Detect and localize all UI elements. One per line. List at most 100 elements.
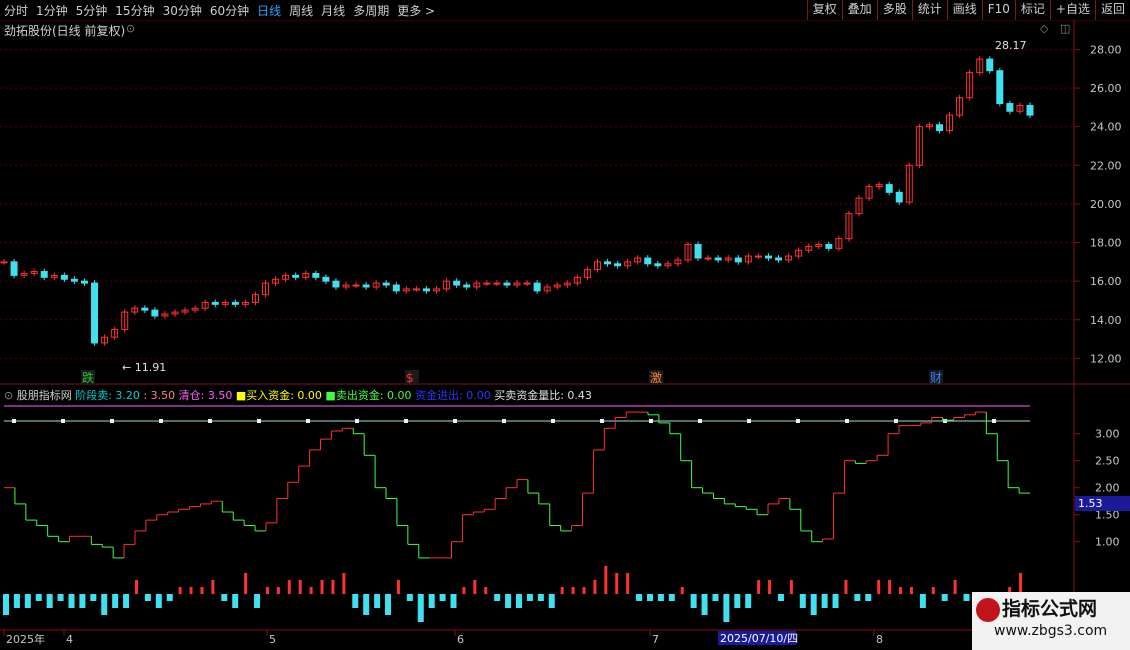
inflow-bar bbox=[484, 587, 488, 594]
stage-sell-marker bbox=[649, 419, 653, 423]
outflow-bar bbox=[712, 594, 719, 601]
outflow-bar bbox=[734, 594, 741, 608]
candle-body bbox=[0, 261, 8, 264]
candle-body bbox=[614, 263, 622, 267]
title-dropdown-icon[interactable]: ⊙ bbox=[126, 22, 135, 35]
inflow-bar bbox=[931, 587, 935, 594]
legend-item-2: 清仓: 3.50 bbox=[178, 389, 236, 402]
stage-sell-marker bbox=[61, 419, 65, 423]
outflow-bar bbox=[516, 594, 522, 608]
candle-body bbox=[996, 70, 1004, 105]
candle-body bbox=[231, 301, 239, 305]
outflow-bar bbox=[57, 594, 64, 601]
candle-body bbox=[986, 58, 994, 72]
candle-body bbox=[362, 284, 370, 288]
stage-sell-marker bbox=[894, 419, 898, 423]
outflow-bar bbox=[919, 594, 926, 608]
inflow-bar bbox=[604, 566, 608, 594]
current-value-label: 1.53 bbox=[1078, 497, 1103, 510]
inflow-bar bbox=[768, 580, 772, 594]
indicator-tick-label: 2.00 bbox=[1095, 482, 1120, 495]
stage-sell-marker bbox=[159, 419, 163, 423]
outflow-bar bbox=[374, 594, 381, 608]
outflow-bar bbox=[810, 594, 817, 615]
outflow-bar bbox=[68, 594, 75, 608]
outflow-bar bbox=[3, 594, 9, 615]
outflow-bar bbox=[13, 594, 20, 608]
inflow-bar bbox=[178, 587, 182, 594]
inflow-bar bbox=[287, 580, 291, 594]
outflow-bar bbox=[232, 594, 239, 608]
outflow-bar bbox=[35, 594, 42, 601]
inflow-bar bbox=[909, 587, 913, 594]
x-axis-label: 8 bbox=[876, 633, 883, 646]
candle-body bbox=[422, 288, 430, 292]
candle-body bbox=[493, 282, 501, 285]
inflow-bar bbox=[211, 580, 215, 594]
watermark: 指标公式网 www.zbgs3.com bbox=[972, 592, 1130, 650]
inflow-bar bbox=[888, 580, 892, 594]
panel-toggle-icon[interactable]: ◫ bbox=[1060, 22, 1070, 35]
candle-body bbox=[1026, 104, 1034, 116]
candle-body bbox=[704, 257, 712, 260]
inflow-bar bbox=[309, 587, 313, 594]
price-tick-label: 26.00 bbox=[1090, 82, 1122, 95]
event-mark-0: 跌 bbox=[82, 370, 94, 385]
legend-item-0: 阶段卖: 3.20 bbox=[75, 389, 144, 402]
legend-item-5: 资金进出: 0.00 bbox=[415, 389, 495, 402]
legend-item-4: ■卖出资金: 0.00 bbox=[325, 389, 416, 402]
outflow-bar bbox=[526, 594, 533, 601]
indicator-legend: ⊙ 股朋指标网 阶段卖: 3.20 : 3.50 清仓: 3.50 ■买入资金:… bbox=[4, 387, 592, 403]
chart-canvas[interactable]: 28.00 26.00 24.00 22.00 20.00 18.00 16.00 14.00… bbox=[0, 0, 1130, 650]
inflow-bar bbox=[200, 587, 204, 594]
inflow-bar bbox=[560, 587, 564, 594]
stage-sell-marker bbox=[698, 419, 702, 423]
outflow-bar bbox=[854, 594, 861, 601]
candle-body bbox=[292, 274, 300, 278]
inflow-bar bbox=[331, 580, 335, 594]
candle-body bbox=[764, 255, 772, 259]
inflow-bar bbox=[244, 573, 248, 594]
inflow-bar bbox=[626, 573, 630, 594]
legend-item-1: : 3.50 bbox=[143, 389, 179, 402]
stage-sell-marker bbox=[600, 419, 604, 423]
stage-sell-marker bbox=[355, 419, 359, 423]
x-axis-label: 7 bbox=[652, 633, 659, 646]
candle-body bbox=[775, 257, 783, 261]
event-mark-2: 激 bbox=[650, 371, 662, 385]
outflow-bar bbox=[144, 594, 151, 601]
diamond-icon[interactable]: ◇ bbox=[1040, 22, 1048, 35]
outflow-bar bbox=[537, 594, 544, 601]
inflow-bar bbox=[342, 573, 346, 594]
main-chart-title: 劲拓股份(日线 前复权) bbox=[4, 24, 126, 38]
inflow-bar bbox=[265, 587, 269, 594]
candle-body bbox=[714, 257, 722, 261]
candle-body bbox=[392, 284, 400, 292]
outflow-bar bbox=[832, 594, 839, 608]
legend-settings-icon[interactable]: ⊙ bbox=[4, 389, 13, 402]
stage-sell-marker bbox=[551, 419, 555, 423]
stage-sell-marker bbox=[208, 419, 212, 423]
candle-body bbox=[70, 278, 78, 282]
candle-body bbox=[40, 271, 48, 278]
candle-body bbox=[322, 276, 330, 282]
outflow-bar bbox=[505, 594, 512, 608]
candle-body bbox=[533, 282, 541, 292]
candle-body bbox=[141, 307, 149, 311]
watermark-logo-icon bbox=[976, 598, 1000, 622]
indicator-tick-label: 3.00 bbox=[1095, 428, 1120, 441]
stage-sell-marker bbox=[992, 419, 996, 423]
outflow-bar bbox=[417, 594, 424, 622]
inflow-bar bbox=[953, 580, 957, 594]
outflow-bar bbox=[112, 594, 119, 608]
price-tick-label: 16.00 bbox=[1090, 275, 1122, 288]
inflow-bar bbox=[844, 580, 848, 594]
candle-body bbox=[825, 243, 833, 249]
outflow-bar bbox=[406, 594, 413, 601]
inflow-bar bbox=[473, 580, 477, 594]
outflow-bar bbox=[668, 594, 675, 601]
stage-sell-marker bbox=[453, 419, 457, 423]
inflow-bar bbox=[680, 587, 684, 594]
outflow-bar bbox=[166, 594, 173, 601]
outflow-bar bbox=[941, 594, 948, 601]
